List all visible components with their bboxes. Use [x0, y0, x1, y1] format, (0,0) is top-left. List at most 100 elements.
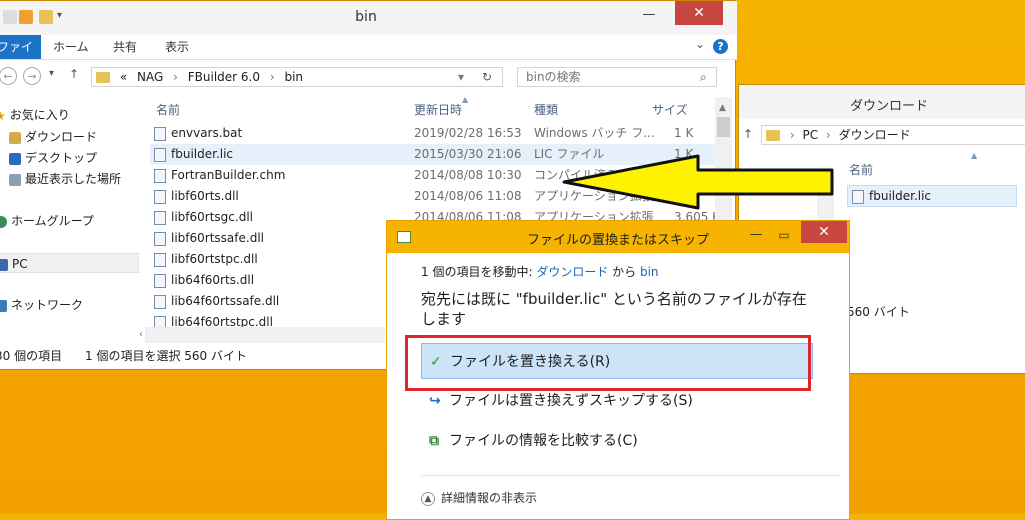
maximize-button[interactable]: ▭: [771, 225, 797, 245]
column-header-type[interactable]: 種類: [534, 101, 558, 118]
navigation-pane: ★ お気に入り ダウンロード デスクトップ 最近表示した場所 ホームグループ PC…: [0, 97, 145, 337]
breadcrumb-nag[interactable]: NAG: [137, 70, 163, 84]
option-label: ファイルは置き換えずスキップする(S): [449, 393, 693, 409]
nav-label: ダウンロード: [25, 130, 98, 144]
file-name: libf60rtstpc.dll: [171, 252, 258, 266]
file-type-cell: Windows バッチ フ...: [534, 126, 655, 140]
file-size-cell: 1 K: [674, 126, 694, 140]
ribbon-tabs: ファイル ホーム 共有 表示 ⌄ ?: [0, 35, 737, 78]
nav-item-homegroup[interactable]: ホームグループ: [0, 211, 145, 231]
file-row[interactable]: envvars.bat 2019/02/28 16:53 Windows バッチ フ…: [150, 123, 715, 144]
minimize-button[interactable]: —: [635, 7, 663, 25]
file-date-cell: 2015/03/30 21:06: [414, 147, 522, 161]
forward-arrow-icon[interactable]: →: [23, 67, 41, 85]
breadcrumb-separator-icon: ›: [173, 70, 178, 84]
file-date-cell: 2019/02/28 16:53: [414, 126, 522, 140]
file-name: fbuilder.lic: [869, 189, 932, 203]
move-status: 1 個の項目を移動中: ダウンロード から bin: [421, 263, 659, 280]
details-label: 詳細情報の非表示: [441, 491, 538, 505]
back-arrow-icon[interactable]: ←: [0, 67, 17, 85]
title-bar: ▾ bin — ✕: [0, 1, 737, 35]
breadcrumb-pc[interactable]: PC: [802, 128, 818, 142]
close-button[interactable]: ✕: [801, 221, 847, 243]
scroll-left-icon[interactable]: ‹: [139, 329, 143, 340]
file-icon: [154, 126, 166, 141]
compare-icon: ⧉: [429, 433, 439, 449]
destination-link[interactable]: bin: [640, 265, 659, 279]
skip-file-option[interactable]: ↪ ファイルは置き換えずスキップする(S): [421, 383, 813, 419]
address-dropdown-icon[interactable]: ▾: [458, 68, 464, 86]
nav-label: お気に入り: [9, 108, 70, 122]
lic-file-icon: [852, 189, 864, 204]
address-overflow[interactable]: «: [120, 70, 127, 84]
move-mid: から: [608, 265, 640, 279]
tab-view[interactable]: 表示: [165, 35, 189, 59]
move-prefix: 1 個の項目を移動中:: [421, 265, 537, 279]
nav-label: 最近表示した場所: [25, 172, 122, 186]
file-icon: [154, 294, 166, 309]
help-icon[interactable]: ?: [713, 39, 728, 54]
folder-icon: [766, 130, 780, 141]
nav-item-pc[interactable]: PC: [0, 253, 139, 273]
tab-home[interactable]: ホーム: [53, 35, 89, 59]
refresh-icon[interactable]: ↻: [482, 68, 492, 86]
search-placeholder: binの検索: [526, 70, 581, 84]
desktop-icon: [9, 152, 21, 165]
details-toggle[interactable]: ▲ 詳細情報の非表示: [421, 489, 537, 506]
option-label: ファイルの情報を比較する(C): [449, 433, 638, 449]
recent-locations-icon[interactable]: ▾: [49, 68, 54, 79]
list-item-fbuilder-lic[interactable]: fbuilder.lic: [847, 185, 1017, 207]
tab-share[interactable]: 共有: [113, 35, 137, 59]
star-icon: ★: [0, 108, 6, 123]
conflict-message: 宛先には既に "fbuilder.lic" という名前のファイルが存在します: [421, 290, 807, 328]
column-header-name[interactable]: 名前: [156, 101, 180, 118]
file-icon: [154, 231, 166, 246]
sort-indicator-icon: ▲: [971, 151, 978, 160]
file-icon: [154, 210, 166, 225]
window-title: ダウンロード: [849, 99, 928, 114]
file-date-cell: 2014/08/06 11:08: [414, 189, 522, 203]
nav-item-downloads[interactable]: ダウンロード: [0, 127, 159, 147]
nav-item-recent[interactable]: 最近表示した場所: [0, 169, 159, 189]
search-input[interactable]: binの検索 ⌕: [517, 67, 717, 87]
file-name-cell: FortranBuilder.chm: [154, 165, 285, 186]
network-icon: [0, 299, 7, 312]
breadcrumb-fbuilder[interactable]: FBuilder 6.0: [188, 70, 260, 84]
file-name: fbuilder.lic: [171, 147, 234, 161]
up-arrow-icon[interactable]: ↑: [69, 67, 79, 81]
annotation-arrow-icon: [562, 154, 834, 210]
close-button[interactable]: ✕: [675, 1, 723, 25]
replace-or-skip-dialog: ファイルの置換またはスキップ — ▭ ✕ 1 個の項目を移動中: ダウンロード …: [386, 220, 850, 520]
file-name-cell: libf60rtstpc.dll: [154, 249, 258, 270]
nav-item-network[interactable]: ネットワーク: [0, 295, 145, 315]
source-link[interactable]: ダウンロード: [536, 265, 608, 279]
breadcrumb-bin[interactable]: bin: [284, 70, 303, 84]
up-arrow-icon[interactable]: ↑: [743, 127, 753, 141]
address-bar[interactable]: › PC › ダウンロード: [761, 125, 1025, 145]
tab-file[interactable]: ファイル: [0, 35, 41, 78]
file-name-cell: lib64f60rts.dll: [154, 270, 254, 291]
navigation-bar: ← → ▾ ↑ « NAG › FBuilder 6.0 › bin ▾ ↻ b…: [0, 63, 737, 91]
address-bar[interactable]: « NAG › FBuilder 6.0 › bin ▾ ↻: [91, 67, 503, 87]
compare-files-option[interactable]: ⧉ ファイルの情報を比較する(C): [421, 423, 813, 459]
divider: [421, 475, 841, 476]
nav-item-desktop[interactable]: デスクトップ: [0, 148, 159, 168]
file-icon: [154, 147, 166, 162]
chevron-down-icon[interactable]: ⌄: [695, 37, 705, 51]
chevron-up-icon: ▲: [421, 491, 435, 506]
nav-label: ホームグループ: [11, 214, 94, 228]
scroll-thumb[interactable]: [717, 117, 730, 137]
breadcrumb-downloads[interactable]: ダウンロード: [839, 128, 911, 142]
search-icon: ⌕: [700, 70, 707, 84]
column-header-date[interactable]: 更新日時: [414, 101, 462, 118]
scroll-up-icon[interactable]: ▲: [719, 103, 726, 113]
dialog-title-bar: ファイルの置換またはスキップ — ▭ ✕: [387, 221, 849, 253]
minimize-button[interactable]: —: [743, 225, 769, 245]
column-header-size[interactable]: サイズ: [652, 101, 688, 118]
name-column: 名前: [849, 161, 1019, 181]
file-name: FortranBuilder.chm: [171, 168, 286, 182]
nav-item-favorites[interactable]: ★ お気に入り: [0, 105, 145, 125]
column-header-name[interactable]: 名前: [849, 161, 873, 178]
file-name: lib64f60rtssafe.dll: [171, 294, 280, 308]
horizontal-scrollbar[interactable]: ‹: [139, 327, 385, 343]
